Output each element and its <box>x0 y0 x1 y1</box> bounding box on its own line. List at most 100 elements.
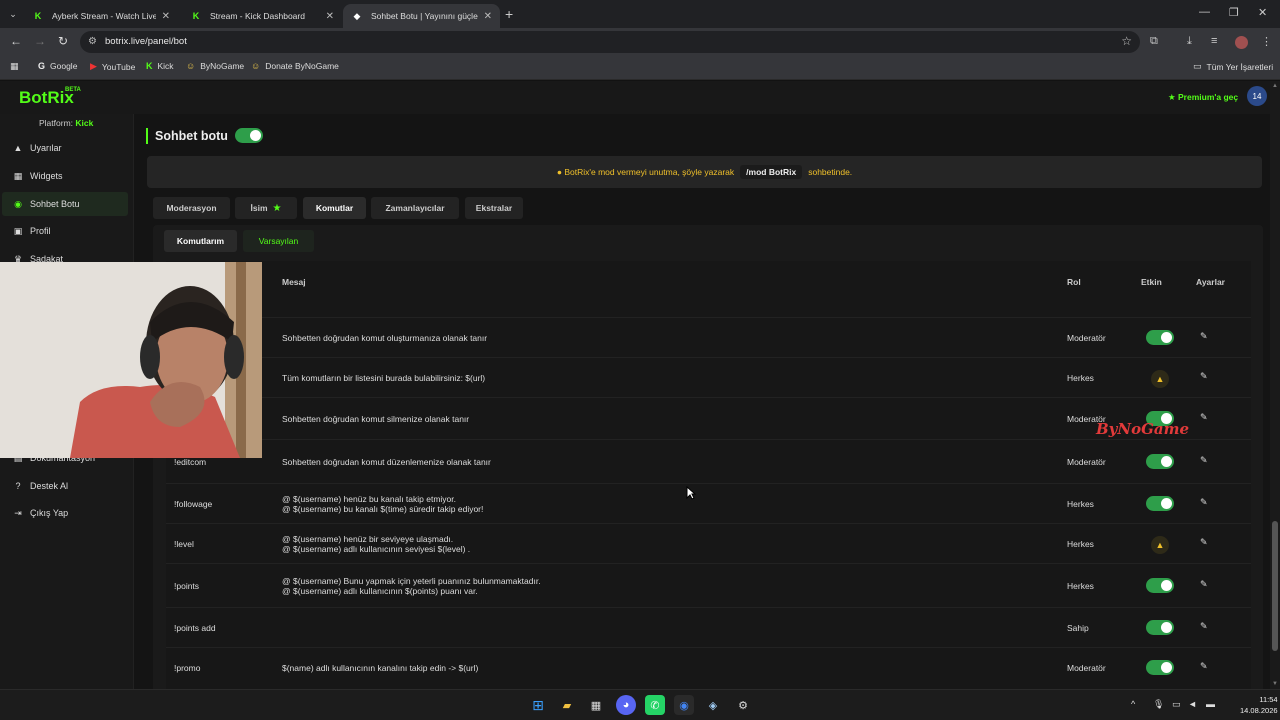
microphone-icon[interactable]: 🎙 <box>1153 699 1164 710</box>
window-close-icon[interactable]: ✕ <box>1258 6 1267 19</box>
whatsapp-icon[interactable]: ✆ <box>645 695 665 715</box>
edit-pencil-icon[interactable]: ✎ <box>1200 621 1208 632</box>
settings-icon[interactable]: ⚙ <box>733 695 753 715</box>
edit-pencil-icon[interactable]: ✎ <box>1200 579 1208 590</box>
battery-icon[interactable]: ▬ <box>1206 699 1215 709</box>
main-content: Sohbet botu ● BotRix'e mod vermeyi unutm… <box>134 114 1270 689</box>
subtab-varsayilan[interactable]: Varsayılan <box>243 230 314 252</box>
message-line: Sohbetten doğrudan komut silmenize olana… <box>282 414 470 424</box>
profile-avatar-icon[interactable] <box>1235 36 1248 49</box>
app-header: BotRix BETA ★ Premium'a geç 14 <box>0 81 1270 114</box>
chrome-icon[interactable]: ◉ <box>674 695 694 715</box>
command-message: @ $(username) Bunu yapmak için yeterli p… <box>282 576 541 596</box>
edit-pencil-icon[interactable]: ✎ <box>1200 331 1208 342</box>
browser-toolbar: ← → ↻ ⚙ botrix.live/panel/bot ☆ ⧉ ⤓ ≡ ⋮ <box>0 28 1280 56</box>
sidebar-item-uyarilar[interactable]: ▲ Uyarılar <box>2 136 128 160</box>
tab-search-icon[interactable]: ⌄ <box>5 6 21 22</box>
notice-command: /mod BotRix <box>740 165 803 179</box>
logout-icon: ⇥ <box>14 507 22 518</box>
premium-link[interactable]: ★ Premium'a geç <box>1168 92 1238 103</box>
bookmark-kick[interactable]: K Kick <box>146 61 174 71</box>
command-enabled-toggle[interactable] <box>1146 454 1174 469</box>
message-line: @ $(username) adlı kullanıcının seviyesi… <box>282 544 471 554</box>
sidebar-item-sohbet-botu[interactable]: ◉ Sohbet Botu <box>2 192 128 216</box>
discord-icon[interactable]: ◕ <box>616 695 636 715</box>
browser-tab[interactable]: K Stream - Kick Dashboard ✕ <box>182 4 342 28</box>
command-message: Sohbetten doğrudan komut düzenlemenize o… <box>282 457 491 467</box>
windows-start-icon[interactable]: ⊞ <box>528 695 548 715</box>
close-icon[interactable]: ✕ <box>162 11 170 22</box>
browser-tab-active[interactable]: ◆ Sohbet Botu | Yayınını güçlendi ✕ <box>343 4 500 28</box>
edit-pencil-icon[interactable]: ✎ <box>1200 412 1208 423</box>
url-text: botrix.live/panel/bot <box>105 36 187 47</box>
profile-icon: ▣ <box>13 225 23 236</box>
volume-icon[interactable]: ◄ <box>1188 699 1197 709</box>
command-enabled-toggle[interactable] <box>1146 660 1174 675</box>
subtab-komutlarim[interactable]: Komutlarım <box>164 230 237 252</box>
bookmark-youtube[interactable]: ▶ YouTube <box>90 61 135 72</box>
edit-pencil-icon[interactable]: ✎ <box>1200 497 1208 508</box>
apps-icon[interactable]: ▦ <box>10 61 24 72</box>
scrollbar-thumb[interactable] <box>1272 521 1278 651</box>
minimize-icon[interactable]: — <box>1199 6 1210 18</box>
media-icon[interactable]: ≡ <box>1211 35 1217 47</box>
command-enabled-toggle[interactable] <box>1146 496 1174 511</box>
edit-pencil-icon[interactable]: ✎ <box>1200 455 1208 466</box>
forward-icon[interactable]: → <box>34 34 46 48</box>
sidebar-item-cikis[interactable]: ⇥ Çıkış Yap <box>2 501 128 525</box>
tray-chevron-icon[interactable]: ^ <box>1131 699 1135 709</box>
steam-icon[interactable]: ◈ <box>703 695 723 715</box>
tab-moderasyon[interactable]: Moderasyon <box>153 197 230 219</box>
address-bar[interactable]: ⚙ botrix.live/panel/bot ☆ <box>80 31 1140 53</box>
back-icon[interactable]: ← <box>10 34 22 48</box>
message-line: Tüm komutların bir listesini burada bula… <box>282 373 486 383</box>
command-enabled-toggle[interactable] <box>1146 578 1174 593</box>
bookmark-star-icon[interactable]: ☆ <box>1121 34 1132 48</box>
sidebar-item-profil[interactable]: ▣ Profil <box>2 219 128 243</box>
store-icon[interactable]: ▦ <box>586 695 606 715</box>
restore-icon[interactable]: ❐ <box>1229 6 1239 19</box>
command-message: Sohbetten doğrudan komut silmenize olana… <box>282 414 469 424</box>
command-enabled-toggle[interactable] <box>1146 330 1174 345</box>
translate-icon[interactable]: ⧉ <box>1150 35 1158 48</box>
sidebar-item-destek[interactable]: ? Destek Al <box>2 474 128 498</box>
warning-icon[interactable]: ▲ <box>1151 370 1169 388</box>
bookmark-donate[interactable]: ☺ Donate ByNoGame <box>251 61 339 71</box>
active-cell <box>1146 454 1174 471</box>
file-explorer-icon[interactable]: ▰ <box>557 695 577 715</box>
site-info-icon[interactable]: ⚙ <box>88 36 97 47</box>
warning-icon[interactable]: ▲ <box>1151 536 1169 554</box>
bot-enabled-toggle[interactable] <box>235 128 263 143</box>
bookmark-google[interactable]: G Google <box>38 61 77 71</box>
tab-zamanlayicilar[interactable]: Zamanlayıcılar <box>371 197 459 219</box>
info-icon: ● <box>556 167 562 177</box>
all-bookmarks[interactable]: ▭ Tüm Yer İşaretleri <box>1193 61 1273 72</box>
bookmark-bynogame[interactable]: ☺ ByNoGame <box>186 61 244 71</box>
edit-pencil-icon[interactable]: ✎ <box>1200 661 1208 672</box>
sidebar-item-widgets[interactable]: ▦ Widgets <box>2 164 128 188</box>
table-row: !followage @ $(username) henüz bu kanalı … <box>166 483 1251 523</box>
close-icon[interactable]: ✕ <box>326 11 334 22</box>
folder-icon: ▭ <box>1193 61 1202 71</box>
command-message: Tüm komutların bir listesini burada bula… <box>282 373 485 383</box>
platform-indicator: Platform: Kick <box>39 118 94 128</box>
tab-ekstralar[interactable]: Ekstralar <box>465 197 523 219</box>
network-icon[interactable]: ▭ <box>1172 699 1181 710</box>
edit-pencil-icon[interactable]: ✎ <box>1200 371 1208 382</box>
edit-pencil-icon[interactable]: ✎ <box>1200 537 1208 548</box>
reload-icon[interactable]: ↻ <box>58 34 68 48</box>
download-icon[interactable]: ⤓ <box>1187 35 1192 48</box>
column-header-active: Etkin <box>1141 277 1162 287</box>
close-icon[interactable]: ✕ <box>484 11 492 22</box>
menu-icon[interactable]: ⋮ <box>1261 35 1272 48</box>
new-tab-icon[interactable]: + <box>505 6 513 22</box>
command-enabled-toggle[interactable] <box>1146 620 1174 635</box>
browser-tab[interactable]: K Ayberk Stream - Watch Live on ✕ <box>24 4 178 28</box>
table-row: !points @ $(username) Bunu yapmak için ye… <box>166 563 1251 607</box>
page-scrollbar[interactable]: ▲ ▼ <box>1270 81 1280 689</box>
taskbar-clock[interactable]: 11:54 14.08.2026 <box>1240 694 1278 716</box>
tab-komutlar[interactable]: Komutlar <box>303 197 366 219</box>
command-role: Moderatör <box>1067 457 1106 467</box>
tab-isim[interactable]: İsim ★ <box>235 197 297 219</box>
user-avatar[interactable]: 14 <box>1247 86 1267 106</box>
